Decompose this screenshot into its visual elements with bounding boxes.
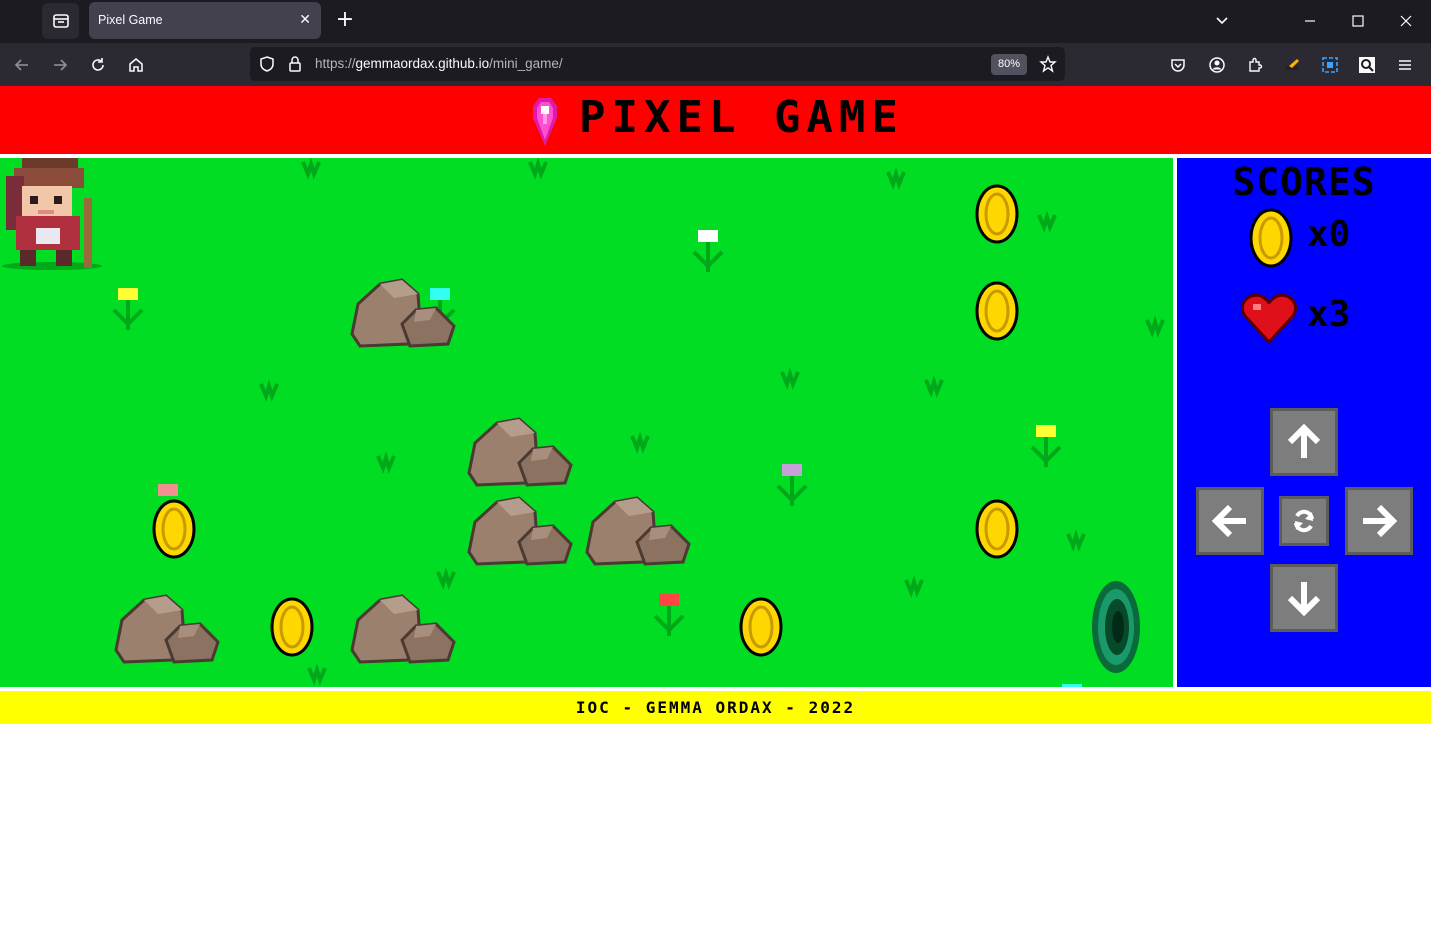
- grass-tuft: [924, 376, 944, 398]
- back-icon[interactable]: [10, 53, 34, 77]
- close-tab-icon[interactable]: ✕: [299, 12, 311, 28]
- home-icon[interactable]: [124, 53, 148, 77]
- game-board: [0, 158, 1173, 687]
- move-right-button[interactable]: [1345, 487, 1413, 555]
- grass-tuft: [301, 158, 321, 180]
- grass-tuft: [904, 576, 924, 598]
- scores-title: SCORES: [1232, 160, 1376, 204]
- account-icon[interactable]: [1205, 53, 1229, 77]
- player-character: [2, 158, 102, 270]
- extensions-icon[interactable]: [1243, 53, 1267, 77]
- pink-gem-logo-icon: [533, 98, 557, 146]
- bookmark-star-icon[interactable]: [1039, 55, 1057, 73]
- menu-hamburger-icon[interactable]: [1393, 53, 1417, 77]
- tab-list-button[interactable]: [42, 3, 79, 39]
- coin-count: x0: [1307, 214, 1351, 255]
- coin-counter-icon: [1249, 208, 1293, 268]
- grass-tuft: [307, 664, 327, 686]
- gold-coin: [270, 597, 314, 657]
- close-window-icon[interactable]: [1394, 9, 1418, 33]
- white-flower: [692, 230, 724, 272]
- arrow-right-icon: [1363, 504, 1398, 538]
- gold-coin: [975, 499, 1019, 559]
- minimize-icon[interactable]: [1298, 9, 1322, 33]
- move-down-button[interactable]: [1270, 564, 1338, 632]
- grass-tuft: [1066, 530, 1086, 552]
- url-prefix: https://: [315, 56, 356, 71]
- lock-icon[interactable]: [286, 55, 304, 73]
- score-panel: SCORES x0 x3: [1177, 158, 1431, 687]
- tracking-shield-icon[interactable]: [258, 55, 276, 73]
- navigation-toolbar: https://gemmaordax.github.io/mini_game/ …: [0, 43, 1431, 86]
- rock-pile: [585, 496, 691, 566]
- tab-list-icon: [52, 14, 69, 28]
- screenshot-extension-icon[interactable]: [1318, 53, 1342, 77]
- reload-icon[interactable]: [86, 53, 110, 77]
- refresh-icon: [1294, 509, 1314, 533]
- grass-tuft: [1037, 211, 1057, 233]
- grass-tuft: [528, 158, 548, 180]
- maximize-icon[interactable]: [1346, 9, 1370, 33]
- gold-coin: [152, 499, 196, 559]
- tab-title: Pixel Game: [98, 13, 163, 27]
- forward-icon[interactable]: [48, 53, 72, 77]
- rock-pile: [467, 496, 573, 566]
- grass-tuft: [630, 432, 650, 454]
- yellow-flower: [1030, 425, 1062, 467]
- extension-pencil-icon[interactable]: [1281, 53, 1305, 77]
- zoom-level-badge[interactable]: 80%: [991, 54, 1027, 75]
- url-text[interactable]: https://gemmaordax.github.io/mini_game/: [315, 56, 563, 71]
- rock-pile: [350, 594, 456, 664]
- footer-credit: IOC - GEMMA ORDAX - 2022: [575, 698, 856, 717]
- lives-count: x3: [1307, 294, 1351, 335]
- grass-tuft: [376, 452, 396, 474]
- gold-coin: [975, 184, 1019, 244]
- grass-tuft: [259, 380, 279, 402]
- url-host: gemmaordax.github.io: [355, 56, 490, 71]
- url-path: /mini_game/: [489, 56, 563, 71]
- reset-button[interactable]: [1279, 496, 1329, 546]
- grass-tuft: [886, 168, 906, 190]
- arrow-up-icon: [1287, 423, 1321, 458]
- tab-overflow-chevron-icon[interactable]: [1210, 9, 1234, 33]
- gold-coin: [975, 281, 1019, 341]
- tab-bar: Pixel Game ✕ +: [0, 0, 1431, 43]
- page-title: PIXEL GAME: [579, 92, 904, 143]
- yellow-flower: [112, 288, 144, 330]
- pocket-icon[interactable]: [1166, 53, 1190, 77]
- arrow-left-icon: [1211, 504, 1246, 538]
- rock-pile: [350, 278, 456, 348]
- grass-tuft: [780, 368, 800, 390]
- url-bar[interactable]: https://gemmaordax.github.io/mini_game/ …: [250, 47, 1065, 81]
- footer: IOC - GEMMA ORDAX - 2022: [0, 691, 1431, 724]
- lilac-flower: [776, 464, 808, 506]
- grass-tuft: [1145, 316, 1165, 338]
- heart-icon: [1241, 293, 1297, 344]
- move-left-button[interactable]: [1196, 487, 1264, 555]
- new-tab-icon[interactable]: +: [333, 8, 357, 32]
- arrow-down-icon: [1287, 582, 1321, 617]
- red-flower: [653, 594, 685, 636]
- gold-coin: [739, 597, 783, 657]
- game-header: PIXEL GAME: [0, 86, 1431, 154]
- exit-portal: [1092, 581, 1140, 673]
- rock-pile: [467, 417, 573, 487]
- move-up-button[interactable]: [1270, 408, 1338, 476]
- search-extension-icon[interactable]: [1355, 53, 1379, 77]
- tab-pixel-game[interactable]: Pixel Game ✕: [89, 2, 321, 39]
- rock-pile: [114, 594, 220, 664]
